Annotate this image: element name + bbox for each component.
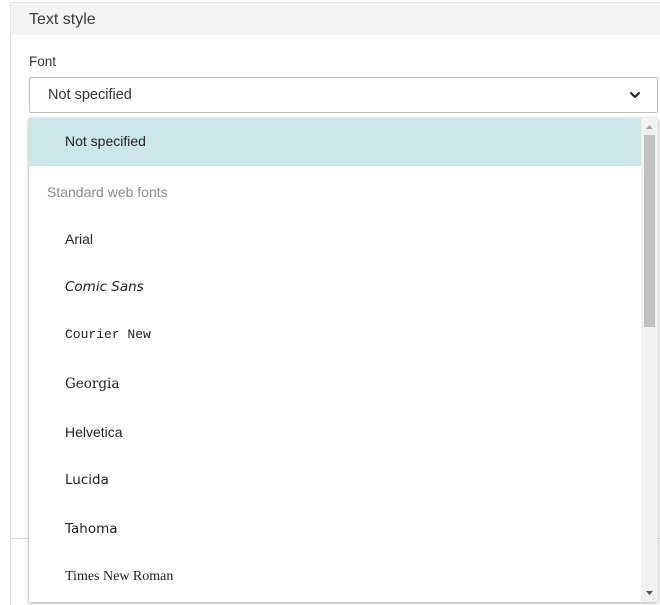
option-label: Georgia bbox=[65, 376, 120, 392]
option-label: Not specified bbox=[65, 133, 146, 149]
option-label: Courier New bbox=[65, 327, 151, 342]
option-label: Arial bbox=[65, 231, 94, 247]
font-field-label: Font bbox=[29, 54, 57, 69]
option-label: Times New Roman bbox=[65, 569, 174, 584]
dropdown-option-helvetica[interactable]: Helvetica bbox=[29, 409, 641, 457]
dropdown-option-arial[interactable]: Arial bbox=[29, 216, 641, 264]
dropdown-option-comic-sans[interactable]: Comic Sans bbox=[29, 264, 641, 312]
scrollbar-thumb[interactable] bbox=[644, 135, 655, 327]
font-dropdown-list[interactable]: Not specified Standard web fonts Arial C… bbox=[29, 118, 658, 602]
dropdown-option-georgia[interactable]: Georgia bbox=[29, 361, 641, 409]
triangle-up-icon[interactable] bbox=[641, 120, 658, 134]
chevron-down-icon bbox=[630, 92, 640, 98]
font-select[interactable]: Not specified bbox=[29, 77, 658, 113]
dropdown-option-tahoma[interactable]: Tahoma bbox=[29, 506, 641, 554]
dropdown-option-not-specified[interactable]: Not specified bbox=[29, 118, 641, 166]
dropdown-option-lucida[interactable]: Lucida bbox=[29, 457, 641, 505]
option-label: Lucida bbox=[65, 472, 109, 488]
dropdown-option-times-new-roman[interactable]: Times New Roman bbox=[29, 554, 641, 602]
optgroup-label-standard-web-fonts: Standard web fonts bbox=[47, 184, 168, 200]
panel-title: Text style bbox=[29, 11, 96, 28]
option-label: Tahoma bbox=[65, 521, 118, 537]
dropdown-option-courier-new[interactable]: Courier New bbox=[29, 312, 641, 360]
option-label: Comic Sans bbox=[65, 279, 144, 295]
panel-header: Text style bbox=[11, 3, 660, 35]
dropdown-scrollbar[interactable] bbox=[641, 118, 658, 602]
font-select-value: Not specified bbox=[48, 87, 132, 103]
option-label: Helvetica bbox=[65, 424, 123, 440]
triangle-down-icon[interactable] bbox=[641, 586, 658, 600]
